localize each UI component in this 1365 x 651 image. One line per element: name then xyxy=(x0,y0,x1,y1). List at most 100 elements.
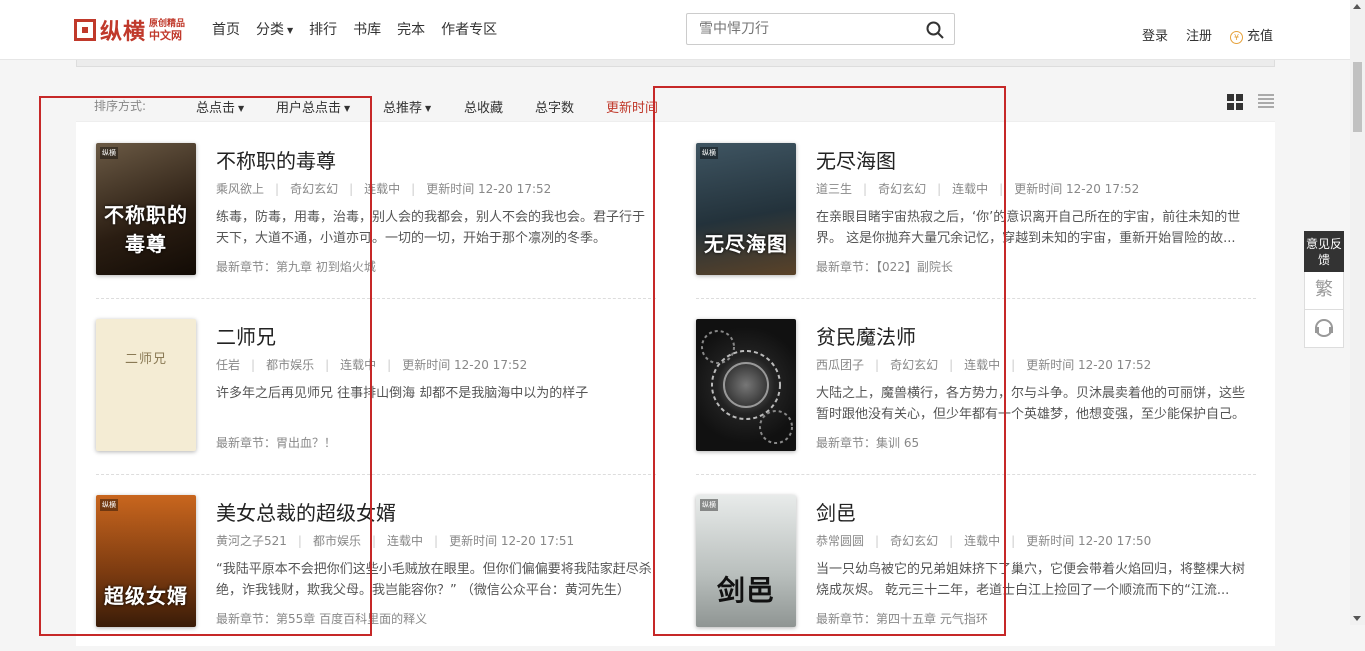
sort-total-clicks-label: 总点击 xyxy=(196,101,236,116)
sort-bar: 排序方式: 总点击 ▼ 用户总点击 ▼ 总推荐 ▼ 总收藏 总字数 更新时间 xyxy=(76,86,1275,122)
logo-sub-2: 中文网 xyxy=(149,29,183,42)
cover-gear-pattern xyxy=(701,330,793,444)
nav-home[interactable]: 首页 xyxy=(212,19,240,39)
feedback-button[interactable]: 意见反馈 xyxy=(1304,231,1344,272)
book-status: 连载中 xyxy=(338,182,400,196)
book-description: 当一只幼鸟被它的兄弟姐妹挤下了巢穴，它便会带着火焰回归，将整棵大树烧成灰烬。 乾… xyxy=(816,562,1246,598)
cover-brand: 纵横 xyxy=(100,147,118,159)
book-cover[interactable]: 纵横 剑邑 xyxy=(696,495,796,627)
book-meta: 道三生奇幻玄幻连载中更新时间 12-20 17:52 xyxy=(816,180,1139,197)
book-latest-chapter[interactable]: 最新章节：第四十五章 元气指环 xyxy=(816,610,988,627)
book-genre[interactable]: 奇幻玄幻 xyxy=(864,534,938,548)
book-latest-chapter[interactable]: 最新章节：集训 65 xyxy=(816,434,919,451)
nav-category-label: 分类 xyxy=(256,22,284,38)
sort-total-recommend[interactable]: 总推荐 ▼ xyxy=(383,97,431,116)
list-view-icon[interactable] xyxy=(1258,94,1274,110)
book-title[interactable]: 二师兄 xyxy=(216,321,276,350)
sort-update-time[interactable]: 更新时间 xyxy=(606,97,658,116)
book-meta: 黄河之子521都市娱乐连载中更新时间 12-20 17:51 xyxy=(216,532,574,549)
nav-ranking[interactable]: 排行 xyxy=(309,19,337,39)
book-latest-chapter[interactable]: 最新章节：【022】副院长 xyxy=(816,258,953,275)
book-status: 连载中 xyxy=(938,358,1000,372)
grid-view-icon[interactable] xyxy=(1227,94,1243,110)
scroll-up-arrow-icon[interactable] xyxy=(1353,4,1361,9)
sort-total-words[interactable]: 总字数 xyxy=(535,97,574,116)
book-item: 贫民魔法师 西瓜团子奇幻玄幻连载中更新时间 12-20 17:52 大陆之上，魔… xyxy=(696,299,1256,475)
book-meta: 西瓜团子奇幻玄幻连载中更新时间 12-20 17:52 xyxy=(816,356,1151,373)
book-update-time: 更新时间 12-20 17:52 xyxy=(1000,358,1151,372)
book-item: 二师兄 二师兄 任岩都市娱乐连载中更新时间 12-20 17:52 许多年之后再… xyxy=(96,299,656,475)
book-meta: 任岩都市娱乐连载中更新时间 12-20 17:52 xyxy=(216,356,527,373)
cover-brand: 纵横 xyxy=(700,147,718,159)
book-description: 在亲眼目睹宇宙热寂之后，‘你’的意识离开自己所在的宇宙，前往未知的世界。 这是你… xyxy=(816,210,1241,246)
sort-total-recommend-label: 总推荐 xyxy=(383,101,423,116)
sort-user-clicks[interactable]: 用户总点击 ▼ xyxy=(276,97,350,116)
book-update-time: 更新时间 12-20 17:52 xyxy=(376,358,527,372)
recharge-label: 充值 xyxy=(1247,29,1274,44)
book-update-time: 更新时间 12-20 17:50 xyxy=(1000,534,1151,548)
book-genre[interactable]: 奇幻玄幻 xyxy=(864,358,938,372)
chevron-down-icon: ▼ xyxy=(287,25,294,35)
traditional-chinese-button[interactable]: 繁 xyxy=(1304,272,1344,310)
scroll-thumb[interactable] xyxy=(1353,62,1362,132)
header-strip xyxy=(76,60,1275,67)
book-description: 练毒，防毒，用毒，治毒，别人会的我都会，别人不会的我也会。君子行于天下，大道不通… xyxy=(216,210,646,246)
search-input[interactable] xyxy=(687,14,907,44)
chevron-down-icon: ▼ xyxy=(344,104,351,113)
book-genre[interactable]: 奇幻玄幻 xyxy=(264,182,338,196)
book-genre[interactable]: 都市娱乐 xyxy=(287,534,361,548)
book-author[interactable]: 乘风欲上 xyxy=(216,182,264,196)
book-description: 许多年之后再见师兄 往事排山倒海 却都不是我脑海中以为的样子 xyxy=(216,386,589,401)
book-description: 大陆之上，魔兽横行，各方势力，尔与斗争。贝沐晨卖着他的可丽饼，这些暂时跟他没有关… xyxy=(816,386,1246,422)
book-author[interactable]: 任岩 xyxy=(216,358,240,372)
book-latest-chapter[interactable]: 最新章节：第九章 初到焰火城 xyxy=(216,258,376,275)
book-item: 纵横 不称职的毒尊 不称职的毒尊 乘风欲上奇幻玄幻连载中更新时间 12-20 1… xyxy=(96,123,656,299)
book-title[interactable]: 贫民魔法师 xyxy=(816,321,916,350)
page-scrollbar[interactable] xyxy=(1350,0,1365,625)
book-author[interactable]: 西瓜团子 xyxy=(816,358,864,372)
chevron-down-icon: ▼ xyxy=(425,104,432,113)
login-link[interactable]: 登录 xyxy=(1142,25,1168,44)
sort-label: 排序方式: xyxy=(94,99,147,113)
book-author[interactable]: 恭常圆圆 xyxy=(816,534,864,548)
cover-title: 不称职的毒尊 xyxy=(104,203,188,256)
logo-mark-icon xyxy=(74,19,96,41)
nav-category[interactable]: 分类 ▼ xyxy=(256,19,293,39)
cover-title: 超级女婿 xyxy=(104,584,188,608)
book-cover[interactable]: 纵横 超级女婿 xyxy=(96,495,196,627)
sort-total-favorites[interactable]: 总收藏 xyxy=(464,97,503,116)
book-cover[interactable]: 纵横 无尽海图 xyxy=(696,143,796,275)
book-author[interactable]: 黄河之子521 xyxy=(216,534,287,548)
sort-total-clicks[interactable]: 总点击 ▼ xyxy=(196,97,244,116)
register-link[interactable]: 注册 xyxy=(1186,25,1212,44)
book-latest-chapter[interactable]: 最新章节：胃出血？！ xyxy=(216,434,336,451)
book-genre[interactable]: 都市娱乐 xyxy=(240,358,314,372)
book-update-time: 更新时间 12-20 17:51 xyxy=(423,534,574,548)
book-title[interactable]: 无尽海图 xyxy=(816,145,896,174)
book-title[interactable]: 剑邑 xyxy=(816,497,856,526)
search-icon[interactable] xyxy=(925,20,945,40)
search-box xyxy=(686,13,955,45)
book-author[interactable]: 道三生 xyxy=(816,182,852,196)
side-toolbar: 意见反馈 繁 xyxy=(1304,231,1344,348)
customer-service-button[interactable] xyxy=(1304,310,1344,348)
book-genre[interactable]: 奇幻玄幻 xyxy=(852,182,926,196)
site-logo[interactable]: 纵横 原创精品 中文网 xyxy=(74,16,185,45)
recharge-link[interactable]: ¥ 充值 xyxy=(1230,25,1273,44)
book-title[interactable]: 不称职的毒尊 xyxy=(216,145,336,174)
nav-author-zone[interactable]: 作者专区 xyxy=(441,19,497,39)
main-nav: 首页 分类 ▼ 排行 书库 完本 作者专区 xyxy=(212,19,497,39)
nav-finished[interactable]: 完本 xyxy=(397,19,425,39)
scroll-down-arrow-icon[interactable] xyxy=(1353,616,1361,621)
nav-library[interactable]: 书库 xyxy=(353,19,381,39)
cover-title: 无尽海图 xyxy=(704,232,788,256)
book-description: “我陆平原本不会把你们这些小毛贼放在眼里。但你们偏偏要将我陆家赶尽杀绝，诈我钱财… xyxy=(216,562,652,598)
book-latest-chapter[interactable]: 最新章节：第55章 百度百科里面的释义 xyxy=(216,610,427,627)
coin-icon: ¥ xyxy=(1230,31,1244,44)
cover-brand: 纵横 xyxy=(700,499,718,511)
book-list-panel: 排序方式: 总点击 ▼ 用户总点击 ▼ 总推荐 ▼ 总收藏 总字数 更新时间 纵横 不… xyxy=(76,86,1275,646)
book-cover[interactable] xyxy=(696,319,796,451)
book-cover[interactable]: 二师兄 xyxy=(96,319,196,451)
book-title[interactable]: 美女总裁的超级女婿 xyxy=(216,497,396,526)
book-cover[interactable]: 纵横 不称职的毒尊 xyxy=(96,143,196,275)
